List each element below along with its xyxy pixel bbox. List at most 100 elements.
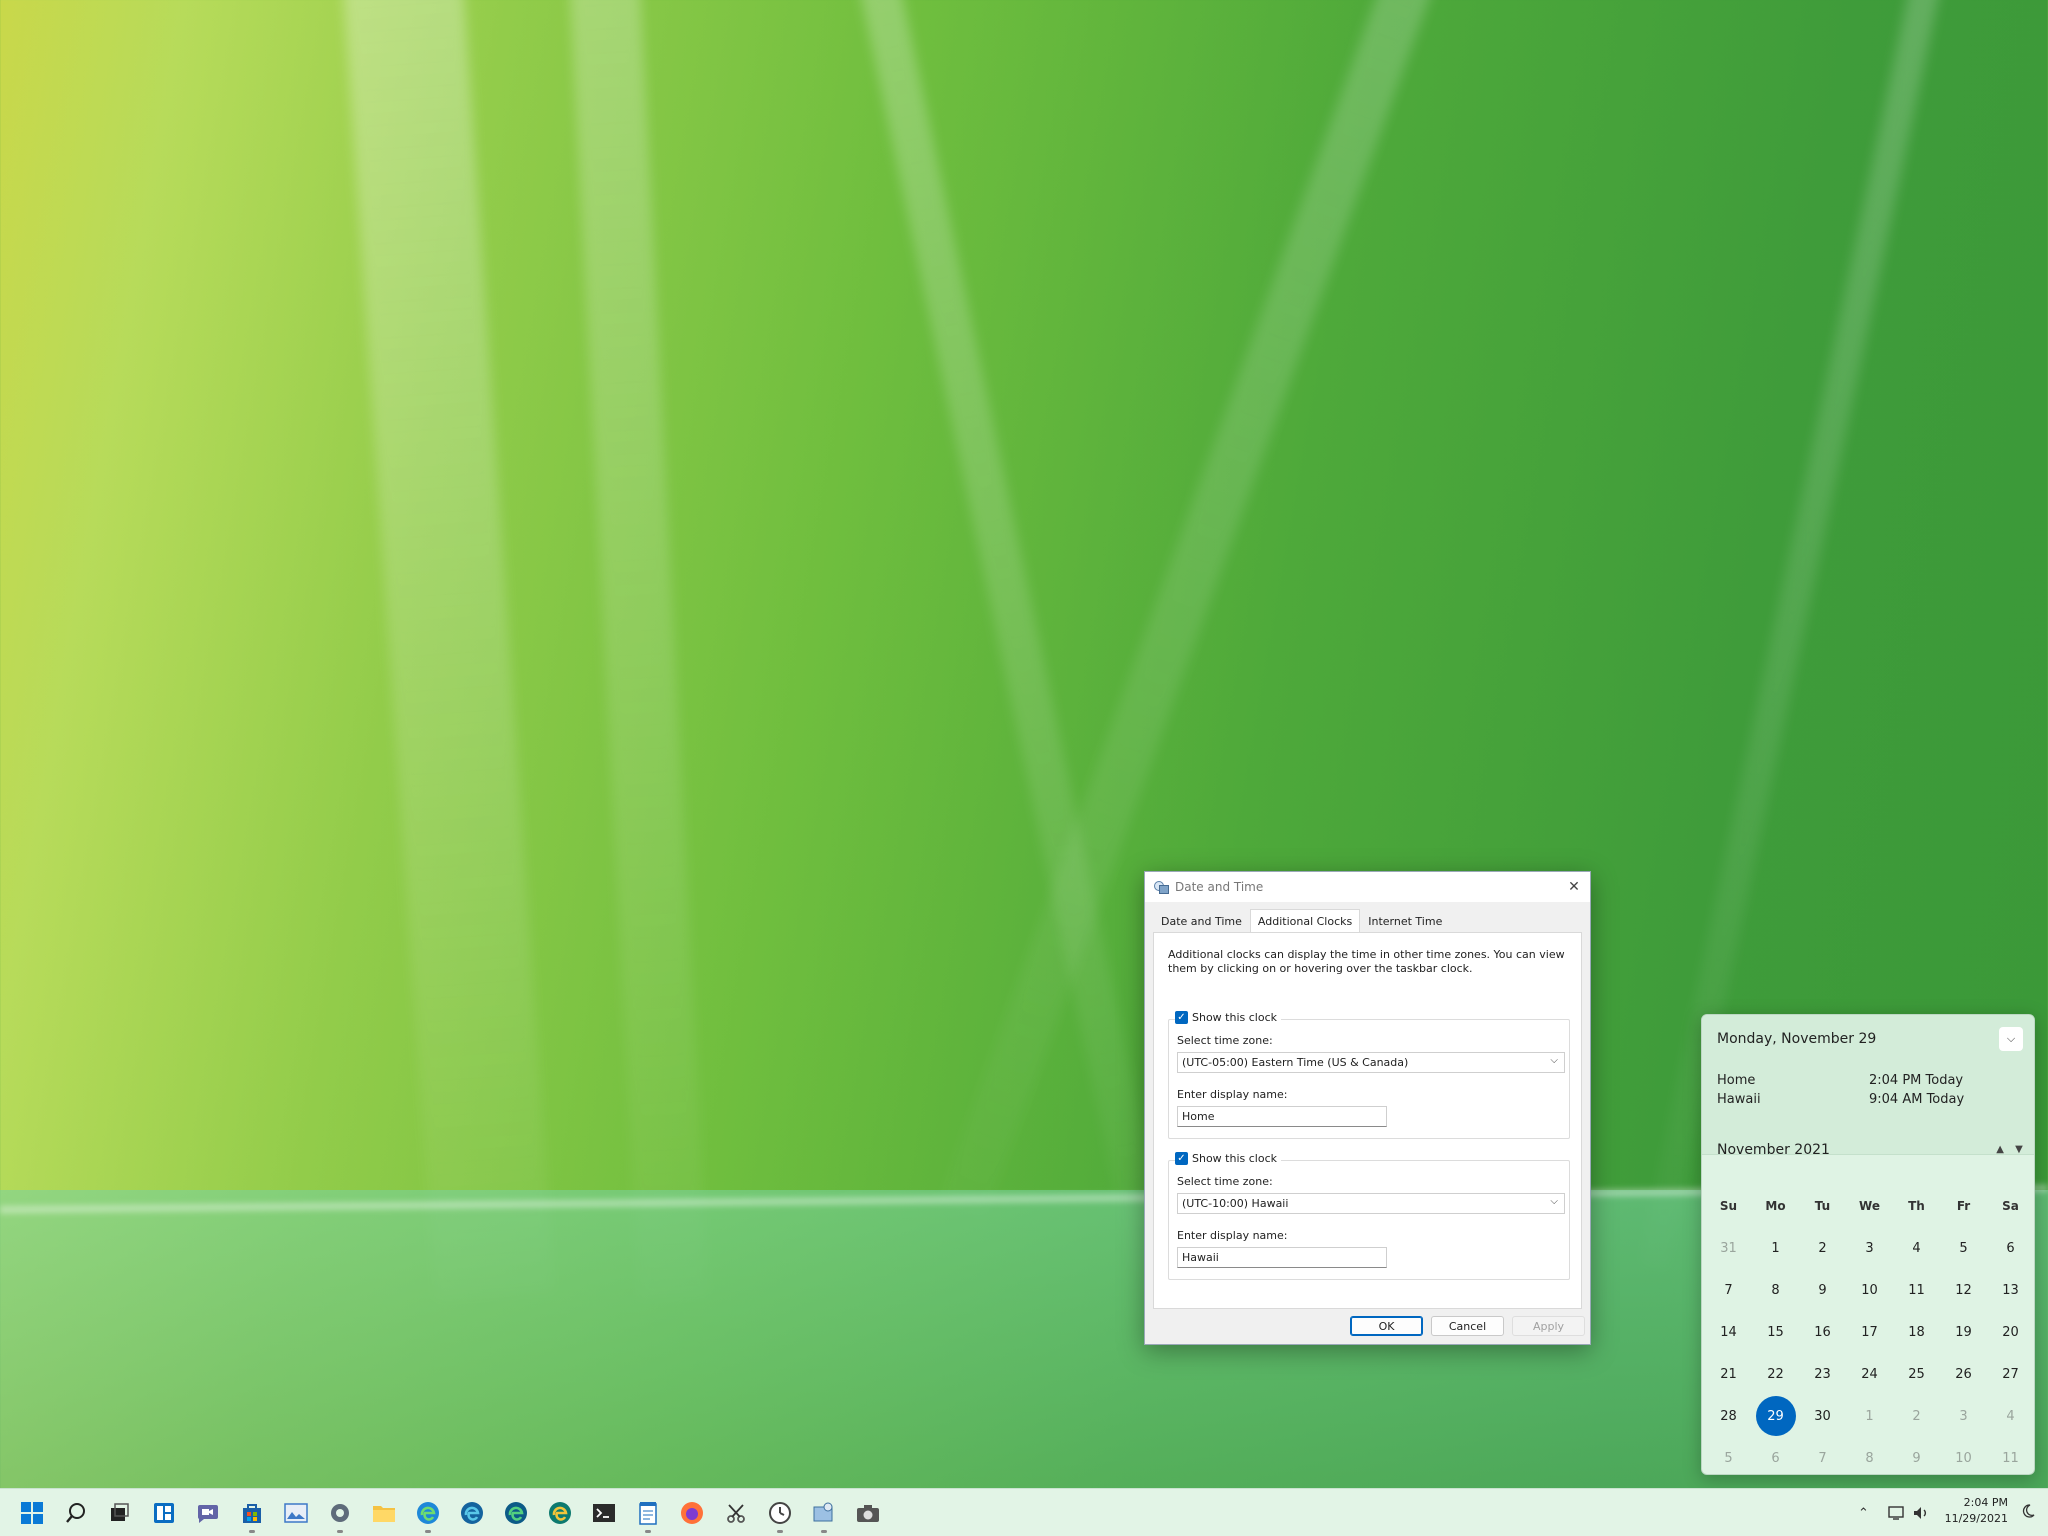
clock-app-button[interactable]: [766, 1499, 794, 1527]
calendar-day[interactable]: 10: [1846, 1270, 1893, 1310]
calendar-day[interactable]: 6: [1752, 1438, 1799, 1475]
calendar-day[interactable]: 26: [1940, 1354, 1987, 1394]
calendar-day[interactable]: 9: [1799, 1270, 1846, 1310]
calendar-day[interactable]: 5: [1940, 1228, 1987, 1268]
calendar-day[interactable]: 15: [1752, 1312, 1799, 1352]
network-button[interactable]: [1888, 1489, 1906, 1536]
calendar-day[interactable]: 6: [1987, 1228, 2034, 1268]
calendar-day[interactable]: 18: [1893, 1312, 1940, 1352]
calendar-day[interactable]: 4: [1987, 1396, 2034, 1436]
edge-dev-button[interactable]: [502, 1499, 530, 1527]
notepad-button[interactable]: [634, 1499, 662, 1527]
edge-beta-button[interactable]: [458, 1499, 486, 1527]
clock1-timezone-select[interactable]: (UTC-05:00) Eastern Time (US & Canada) ⌵: [1177, 1052, 1565, 1073]
clock2-timezone-value: (UTC-10:00) Hawaii: [1182, 1197, 1288, 1210]
chevron-up-icon: ⌃: [1858, 1506, 1869, 1521]
extra-clock-time: 2:04 PM Today: [1869, 1073, 1963, 1088]
taskbar: ⌃ 2:04 PM 11/29/2021: [0, 1488, 2048, 1536]
calendar-day[interactable]: 5: [1705, 1438, 1752, 1475]
calendar-day[interactable]: 19: [1940, 1312, 1987, 1352]
taskbar-clock[interactable]: 2:04 PM 11/29/2021: [1945, 1495, 2008, 1527]
ok-button[interactable]: OK: [1350, 1316, 1423, 1336]
calendar-day[interactable]: 7: [1705, 1270, 1752, 1310]
volume-icon: [1912, 1505, 1930, 1521]
tray-overflow-button[interactable]: ⌃: [1858, 1489, 1869, 1536]
weekday-label: We: [1846, 1199, 1893, 1213]
month-label[interactable]: November 2021: [1717, 1142, 1830, 1158]
clock2-timezone-label: Select time zone:: [1177, 1175, 1273, 1188]
chat-icon: [195, 1502, 219, 1524]
calendar-day[interactable]: 12: [1940, 1270, 1987, 1310]
calendar-day[interactable]: 3: [1846, 1228, 1893, 1268]
firefox-button[interactable]: [678, 1499, 706, 1527]
settings-button[interactable]: [326, 1499, 354, 1527]
calendar-day[interactable]: 22: [1752, 1354, 1799, 1394]
calendar-day[interactable]: 10: [1940, 1438, 1987, 1475]
calendar-day[interactable]: 16: [1799, 1312, 1846, 1352]
photos-button[interactable]: [282, 1499, 310, 1527]
date-time-dialog: Date and Time ✕ Date and Time Additional…: [1144, 871, 1591, 1345]
calendar-day[interactable]: 14: [1705, 1312, 1752, 1352]
camera-button[interactable]: [854, 1499, 882, 1527]
control-panel-icon: [812, 1501, 836, 1525]
checkmark-icon: ✓: [1175, 1152, 1188, 1165]
calendar-day[interactable]: 3: [1940, 1396, 1987, 1436]
apply-button[interactable]: Apply: [1512, 1316, 1585, 1336]
calendar-day[interactable]: 2: [1799, 1228, 1846, 1268]
close-button[interactable]: ✕: [1562, 875, 1586, 899]
calendar-day[interactable]: 20: [1987, 1312, 2034, 1352]
calendar-day[interactable]: 30: [1799, 1396, 1846, 1436]
calendar-day[interactable]: 9: [1893, 1438, 1940, 1475]
store-button[interactable]: [238, 1499, 266, 1527]
widgets-button[interactable]: [150, 1499, 178, 1527]
calendar-day[interactable]: 31: [1705, 1228, 1752, 1268]
calendar-day[interactable]: 11: [1893, 1270, 1940, 1310]
calendar-day[interactable]: 8: [1846, 1438, 1893, 1475]
task-view-icon: [108, 1502, 130, 1524]
edge-canary-button[interactable]: [546, 1499, 574, 1527]
terminal-button[interactable]: [590, 1499, 618, 1527]
clock1-timezone-label: Select time zone:: [1177, 1034, 1273, 1047]
collapse-calendar-button[interactable]: ⌵: [1999, 1027, 2023, 1051]
file-explorer-button[interactable]: [370, 1499, 398, 1527]
calendar-day[interactable]: 24: [1846, 1354, 1893, 1394]
clock2-name-input[interactable]: Hawaii: [1177, 1247, 1387, 1268]
tab-internet-time[interactable]: Internet Time: [1360, 910, 1450, 933]
calendar-day[interactable]: 28: [1705, 1396, 1752, 1436]
calendar-day[interactable]: 27: [1987, 1354, 2034, 1394]
edge-button[interactable]: [414, 1499, 442, 1527]
start-button[interactable]: [18, 1499, 46, 1527]
task-view-button[interactable]: [105, 1499, 133, 1527]
calendar-day[interactable]: 29: [1752, 1396, 1799, 1436]
calendar-day[interactable]: 8: [1752, 1270, 1799, 1310]
calendar-day[interactable]: 21: [1705, 1354, 1752, 1394]
previous-month-button[interactable]: ▲: [1996, 1144, 2004, 1155]
tab-date-and-time[interactable]: Date and Time: [1153, 910, 1250, 933]
calendar-day[interactable]: 7: [1799, 1438, 1846, 1475]
calendar-day[interactable]: 17: [1846, 1312, 1893, 1352]
calendar-day[interactable]: 13: [1987, 1270, 2034, 1310]
calendar-day[interactable]: 2: [1893, 1396, 1940, 1436]
search-button[interactable]: [62, 1499, 90, 1527]
calendar-day[interactable]: 23: [1799, 1354, 1846, 1394]
clock1-show-checkbox[interactable]: ✓ Show this clock: [1175, 1011, 1281, 1024]
next-month-button[interactable]: ▼: [2007, 1144, 2031, 1155]
calendar-day[interactable]: 11: [1987, 1438, 2034, 1475]
cancel-button[interactable]: Cancel: [1431, 1316, 1504, 1336]
snipping-tool-button[interactable]: [722, 1499, 750, 1527]
clock2-show-checkbox[interactable]: ✓ Show this clock: [1175, 1152, 1281, 1165]
tab-additional-clocks[interactable]: Additional Clocks: [1250, 909, 1360, 933]
control-panel-button[interactable]: [810, 1499, 838, 1527]
calendar-day[interactable]: 4: [1893, 1228, 1940, 1268]
calendar-day[interactable]: 25: [1893, 1354, 1940, 1394]
dialog-title: Date and Time: [1175, 880, 1263, 894]
chat-button[interactable]: [193, 1499, 221, 1527]
volume-button[interactable]: [1912, 1489, 1930, 1536]
clock2-timezone-select[interactable]: (UTC-10:00) Hawaii ⌵: [1177, 1193, 1565, 1214]
clock1-name-input[interactable]: Home: [1177, 1106, 1387, 1127]
notifications-button[interactable]: [2020, 1503, 2038, 1521]
calendar-day[interactable]: 1: [1846, 1396, 1893, 1436]
chevron-down-icon: ⌵: [2007, 1032, 2015, 1046]
calendar-day[interactable]: 1: [1752, 1228, 1799, 1268]
dialog-titlebar[interactable]: Date and Time ✕: [1145, 872, 1590, 902]
